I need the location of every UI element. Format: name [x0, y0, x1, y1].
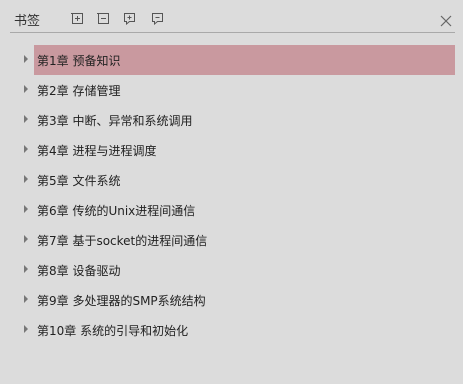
close-icon[interactable] — [440, 12, 452, 27]
bookmark-item-label: 第7章 基于socket的进程间通信 — [37, 234, 208, 248]
panel-title: 书签 — [14, 14, 41, 29]
add-bookmark-icon[interactable] — [70, 11, 84, 25]
bookmark-item[interactable]: 第10章 系统的引导和初始化 — [0, 315, 463, 345]
header-divider — [10, 32, 455, 33]
expand-caret-icon[interactable] — [24, 85, 28, 93]
bookmark-item-label: 第1章 预备知识 — [37, 54, 121, 68]
expand-caret-icon[interactable] — [24, 325, 28, 333]
expand-caret-icon[interactable] — [24, 235, 28, 243]
bookmark-item[interactable]: 第4章 进程与进程调度 — [0, 135, 463, 165]
bookmark-item-label: 第5章 文件系统 — [37, 174, 121, 188]
expand-caret-icon[interactable] — [24, 55, 28, 63]
bookmark-item-label: 第6章 传统的Unix进程间通信 — [37, 204, 196, 218]
bookmark-item-label: 第2章 存储管理 — [37, 84, 121, 98]
edit-bookmark-icon[interactable] — [150, 11, 164, 25]
bookmark-item[interactable]: 第8章 设备驱动 — [0, 255, 463, 285]
bookmark-item[interactable]: 第7章 基于socket的进程间通信 — [0, 225, 463, 255]
bookmark-item-label: 第9章 多处理器的SMP系统结构 — [37, 294, 206, 308]
bookmark-item-label: 第8章 设备驱动 — [37, 264, 121, 278]
bookmark-item-label: 第10章 系统的引导和初始化 — [37, 324, 189, 338]
expand-caret-icon[interactable] — [24, 145, 28, 153]
bookmark-item[interactable]: 第2章 存储管理 — [0, 75, 463, 105]
bookmark-item-label: 第3章 中断、异常和系统调用 — [37, 114, 193, 128]
bookmark-item[interactable]: 第9章 多处理器的SMP系统结构 — [0, 285, 463, 315]
expand-caret-icon[interactable] — [24, 175, 28, 183]
add-child-bookmark-icon[interactable] — [122, 11, 136, 25]
expand-caret-icon[interactable] — [24, 205, 28, 213]
expand-caret-icon[interactable] — [24, 265, 28, 273]
bookmark-item-label: 第4章 进程与进程调度 — [37, 144, 157, 158]
bookmark-item[interactable]: 第6章 传统的Unix进程间通信 — [0, 195, 463, 225]
bookmark-item[interactable]: 第5章 文件系统 — [0, 165, 463, 195]
expand-caret-icon[interactable] — [24, 295, 28, 303]
bookmark-item[interactable]: 第3章 中断、异常和系统调用 — [0, 105, 463, 135]
expand-caret-icon[interactable] — [24, 115, 28, 123]
bookmark-panel-header: 书签 — [0, 0, 463, 32]
bookmark-item[interactable]: 第1章 预备知识 — [0, 45, 463, 75]
remove-bookmark-icon[interactable] — [96, 11, 110, 25]
